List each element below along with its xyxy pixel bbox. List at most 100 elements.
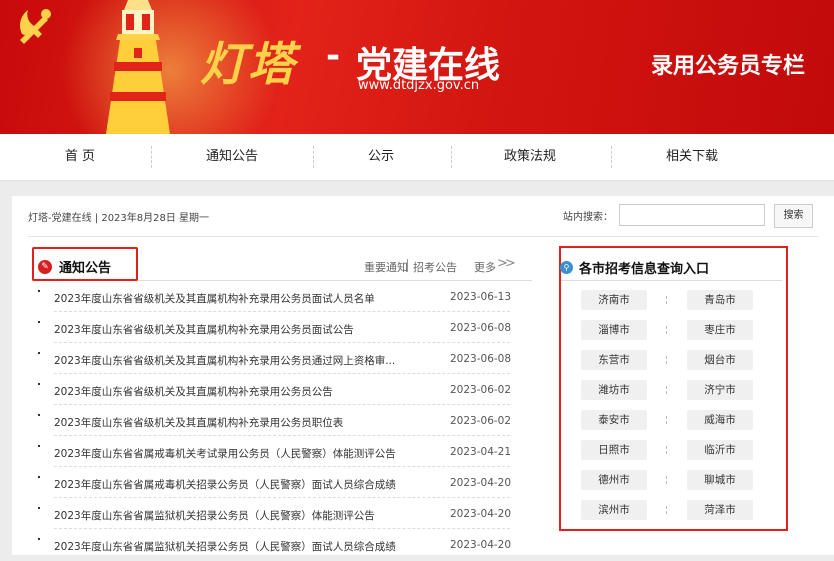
city-link-yantai[interactable]: 烟台市	[687, 350, 753, 370]
divider	[666, 326, 668, 334]
main-nav: 首 页 通知公告 公示 政策法规 相关下载	[0, 134, 834, 181]
divider	[561, 280, 782, 281]
lighthouse-icon	[106, 0, 170, 134]
divider	[54, 435, 510, 436]
search-label: 站内搜索：	[563, 212, 613, 223]
city-link-jining[interactable]: 济宁市	[687, 380, 753, 400]
divider	[666, 446, 668, 454]
city-link-weihai[interactable]: 威海市	[687, 410, 753, 430]
list-item-date: 2023-06-02	[450, 384, 512, 396]
list-item[interactable]: 2023年度山东省省级机关及其直属机构补充录用公务员面试公告 2023-06-0…	[32, 313, 512, 344]
list-item-title[interactable]: 2023年度山东省省级机关及其直属机构补充录用公务员通过网上资格审...	[54, 353, 395, 368]
city-link-taian[interactable]: 泰安市	[581, 410, 647, 430]
list-item-title[interactable]: 2023年度山东省省级机关及其直属机构补充录用公务员面试人员名单	[54, 291, 375, 306]
header-banner: 灯塔 - 党建在线 www.dtdjzx.gov.cn 录用公务员专栏	[0, 0, 834, 134]
nav-divider	[451, 146, 452, 168]
divider	[54, 404, 510, 405]
more-chevron-icon[interactable]: >>	[497, 256, 516, 271]
list-item-date: 2023-06-02	[450, 415, 512, 427]
divider	[54, 497, 510, 498]
bullet-icon	[38, 476, 40, 478]
divider	[666, 386, 668, 394]
list-item-date: 2023-06-13	[450, 291, 512, 303]
list-item-date: 2023-04-21	[450, 446, 512, 458]
nav-home[interactable]: 首 页	[30, 134, 130, 180]
list-item[interactable]: 2023年度山东省省级机关及其直属机构补充录用公务员职位表 2023-06-02	[32, 406, 512, 437]
list-item-title[interactable]: 2023年度山东省省属戒毒机关考试录用公务员（人民警察）体能测评公告	[54, 446, 396, 461]
nav-downloads[interactable]: 相关下载	[642, 134, 742, 180]
nav-notices[interactable]: 通知公告	[182, 134, 282, 180]
city-link-jinan[interactable]: 济南市	[581, 290, 647, 310]
city-link-liaocheng[interactable]: 聊城市	[687, 470, 753, 490]
nav-divider	[313, 146, 314, 168]
city-link-weifang[interactable]: 潍坊市	[581, 380, 647, 400]
city-link-binzhou[interactable]: 滨州市	[581, 500, 647, 520]
list-item-date: 2023-06-08	[450, 353, 512, 365]
list-item-title[interactable]: 2023年度山东省省属戒毒机关招录公务员（人民警察）面试人员综合成绩	[54, 477, 396, 492]
city-link-dongying[interactable]: 东营市	[581, 350, 647, 370]
nav-divider	[611, 146, 612, 168]
divider	[54, 311, 510, 312]
divider	[666, 416, 668, 424]
search-icon: ⚲	[560, 261, 573, 274]
logo-dash: -	[326, 36, 341, 76]
list-item[interactable]: 2023年度山东省省属监狱机关招录公务员（人民警察）面试人员综合成绩 2023-…	[32, 530, 512, 561]
bullet-icon	[38, 445, 40, 447]
bullet-icon	[38, 290, 40, 292]
divider	[666, 476, 668, 484]
list-item[interactable]: 2023年度山东省省属戒毒机关考试录用公务员（人民警察）体能测评公告 2023-…	[32, 437, 512, 468]
city-link-zibo[interactable]: 淄博市	[581, 320, 647, 340]
search-button[interactable]: 搜索	[774, 204, 813, 228]
divider	[666, 296, 668, 304]
divider	[28, 236, 818, 237]
bullet-icon	[38, 538, 40, 540]
notice-icon: ✎	[38, 260, 52, 274]
breadcrumb: 灯塔-党建在线 | 2023年8月28日 星期一	[28, 213, 210, 224]
divider	[54, 342, 510, 343]
divider	[666, 506, 668, 514]
nav-divider	[151, 146, 152, 168]
city-link-zaozhuang[interactable]: 枣庄市	[687, 320, 753, 340]
main-panel: 灯塔-党建在线 | 2023年8月28日 星期一 站内搜索： 搜索 ✎ 通知公告…	[12, 196, 834, 555]
nav-policies[interactable]: 政策法规	[480, 134, 580, 180]
list-item-date: 2023-04-20	[450, 539, 512, 551]
list-item[interactable]: 2023年度山东省省级机关及其直属机构补充录用公务员公告 2023-06-02	[32, 375, 512, 406]
logo-url: www.dtdjzx.gov.cn	[358, 78, 480, 93]
nav-public[interactable]: 公示	[331, 134, 431, 180]
tab-recruitment[interactable]: 招考公告	[413, 259, 457, 275]
divider	[54, 373, 510, 374]
party-emblem-icon	[20, 9, 51, 44]
city-link-heze[interactable]: 菏泽市	[687, 500, 753, 520]
list-item-title[interactable]: 2023年度山东省省级机关及其直属机构补充录用公务员公告	[54, 384, 333, 399]
divider	[54, 466, 510, 467]
list-item-title[interactable]: 2023年度山东省省属监狱机关招录公务员（人民警察）体能测评公告	[54, 508, 375, 523]
divider	[666, 356, 668, 364]
bullet-icon	[38, 383, 40, 385]
list-item[interactable]: 2023年度山东省省级机关及其直属机构补充录用公务员通过网上资格审... 202…	[32, 344, 512, 375]
bullet-icon	[38, 352, 40, 354]
city-link-rizhao[interactable]: 日照市	[581, 440, 647, 460]
list-item[interactable]: 2023年度山东省省级机关及其直属机构补充录用公务员面试人员名单 2023-06…	[32, 282, 512, 313]
bullet-icon	[38, 321, 40, 323]
special-column-title: 录用公务员专栏	[651, 54, 806, 79]
list-item-date: 2023-04-20	[450, 508, 512, 520]
city-link-dezhou[interactable]: 德州市	[581, 470, 647, 490]
list-item-title[interactable]: 2023年度山东省省级机关及其直属机构补充录用公务员面试公告	[54, 322, 354, 337]
divider	[54, 528, 510, 529]
bullet-icon	[38, 507, 40, 509]
list-item[interactable]: 2023年度山东省省属戒毒机关招录公务员（人民警察）面试人员综合成绩 2023-…	[32, 468, 512, 499]
city-link-qingdao[interactable]: 青岛市	[687, 290, 753, 310]
notice-title: 通知公告	[59, 261, 112, 276]
tab-divider	[407, 259, 408, 272]
list-item-date: 2023-04-20	[450, 477, 512, 489]
city-link-linyi[interactable]: 临沂市	[687, 440, 753, 460]
list-item[interactable]: 2023年度山东省省属监狱机关招录公务员（人民警察）体能测评公告 2023-04…	[32, 499, 512, 530]
list-item-title[interactable]: 2023年度山东省省级机关及其直属机构补充录用公务员职位表	[54, 415, 343, 430]
bullet-icon	[38, 414, 40, 416]
more-link[interactable]: 更多	[474, 259, 496, 275]
search-input[interactable]	[619, 204, 765, 226]
city-section-title: 各市招考信息查询入口	[579, 262, 710, 277]
list-item-date: 2023-06-08	[450, 322, 512, 334]
list-item-title[interactable]: 2023年度山东省省属监狱机关招录公务员（人民警察）面试人员综合成绩	[54, 539, 396, 554]
tab-important[interactable]: 重要通知	[364, 259, 408, 275]
